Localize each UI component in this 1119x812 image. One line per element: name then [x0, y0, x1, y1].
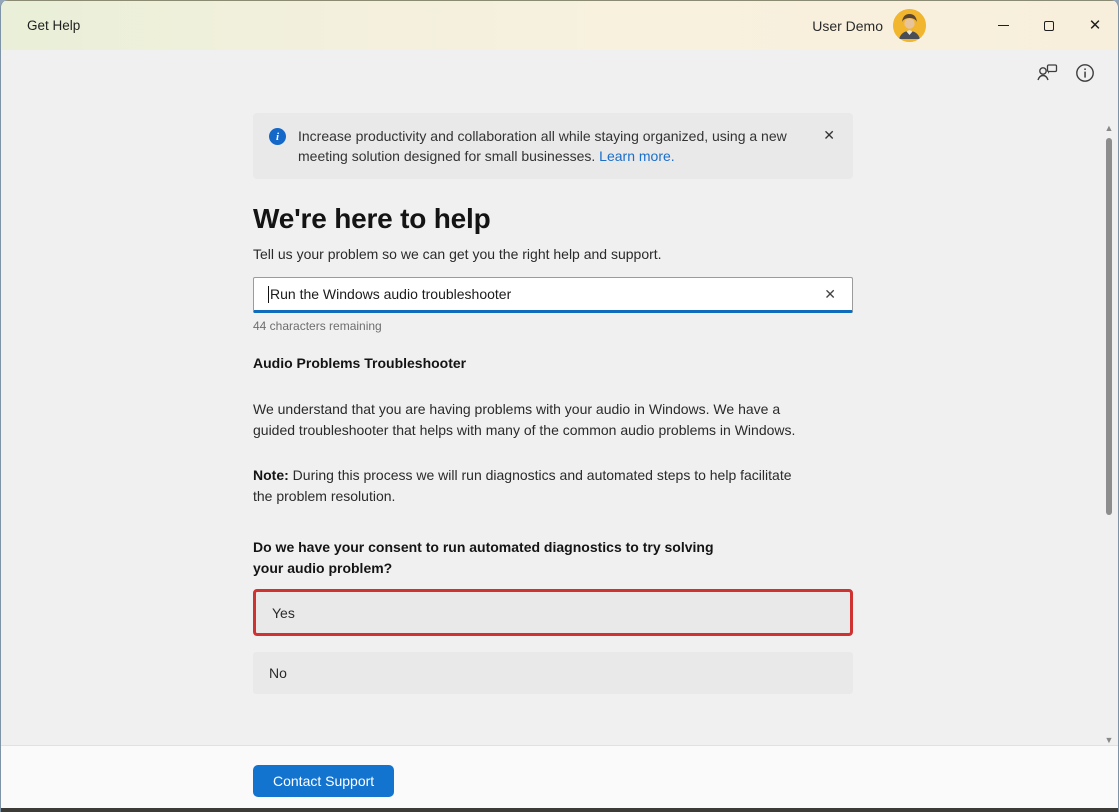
- text-caret: [268, 286, 269, 303]
- troubleshooter-description: We understand that you are having proble…: [253, 399, 801, 441]
- info-button[interactable]: [1074, 62, 1096, 84]
- contact-support-button[interactable]: Contact Support: [253, 765, 394, 797]
- maximize-button[interactable]: [1026, 1, 1072, 50]
- close-icon: ✕: [1089, 18, 1102, 33]
- note-label: Note:: [253, 467, 289, 483]
- user-avatar[interactable]: [893, 9, 926, 42]
- troubleshooter-note: Note: During this process we will run di…: [253, 465, 801, 507]
- note-body: During this process we will run diagnost…: [253, 467, 792, 504]
- scrollbar-thumb[interactable]: [1106, 138, 1112, 515]
- content-area: i Increase productivity and collaboratio…: [1, 50, 1118, 745]
- characters-remaining-label: 44 characters remaining: [253, 319, 853, 333]
- app-title: Get Help: [27, 18, 80, 33]
- feedback-button[interactable]: [1036, 62, 1058, 84]
- titlebar-right: User Demo ✕: [812, 1, 1118, 50]
- maximize-icon: [1044, 21, 1054, 31]
- info-icon: [1075, 63, 1095, 83]
- option-no-button[interactable]: No: [253, 652, 853, 694]
- minimize-icon: [998, 25, 1009, 26]
- footer-bar: Contact Support: [1, 745, 1118, 812]
- feedback-icon: [1036, 63, 1058, 83]
- option-yes-button[interactable]: Yes: [253, 589, 853, 636]
- consent-question: Do we have your consent to run automated…: [253, 537, 743, 579]
- minimize-button[interactable]: [980, 1, 1026, 50]
- avatar-person-icon: [893, 9, 926, 42]
- main-column: i Increase productivity and collaboratio…: [253, 113, 853, 694]
- clear-search-button[interactable]: ✕: [818, 284, 842, 305]
- troubleshooter-title: Audio Problems Troubleshooter: [253, 355, 853, 371]
- banner-message-text: Increase productivity and collaboration …: [298, 128, 787, 164]
- banner-message: Increase productivity and collaboration …: [298, 126, 818, 166]
- title-bar: Get Help User Demo ✕: [1, 0, 1118, 50]
- vertical-scrollbar[interactable]: ▲ ▼: [1103, 50, 1115, 745]
- user-name-label: User Demo: [812, 18, 883, 34]
- search-input[interactable]: Run the Windows audio troubleshooter ✕: [253, 277, 853, 313]
- get-help-window: Get Help User Demo ✕: [0, 0, 1119, 812]
- learn-more-link[interactable]: Learn more.: [599, 148, 674, 164]
- banner-info-icon: i: [269, 128, 286, 145]
- page-title: We're here to help: [253, 203, 853, 235]
- scroll-up-icon[interactable]: ▲: [1103, 122, 1115, 134]
- close-button[interactable]: ✕: [1072, 1, 1118, 50]
- page-subtitle: Tell us your problem so we can get you t…: [253, 246, 853, 262]
- banner-close-button[interactable]: ✕: [819, 126, 839, 144]
- promo-banner: i Increase productivity and collaboratio…: [253, 113, 853, 179]
- page-toolbar: [1036, 62, 1096, 84]
- search-input-value: Run the Windows audio troubleshooter: [270, 286, 511, 302]
